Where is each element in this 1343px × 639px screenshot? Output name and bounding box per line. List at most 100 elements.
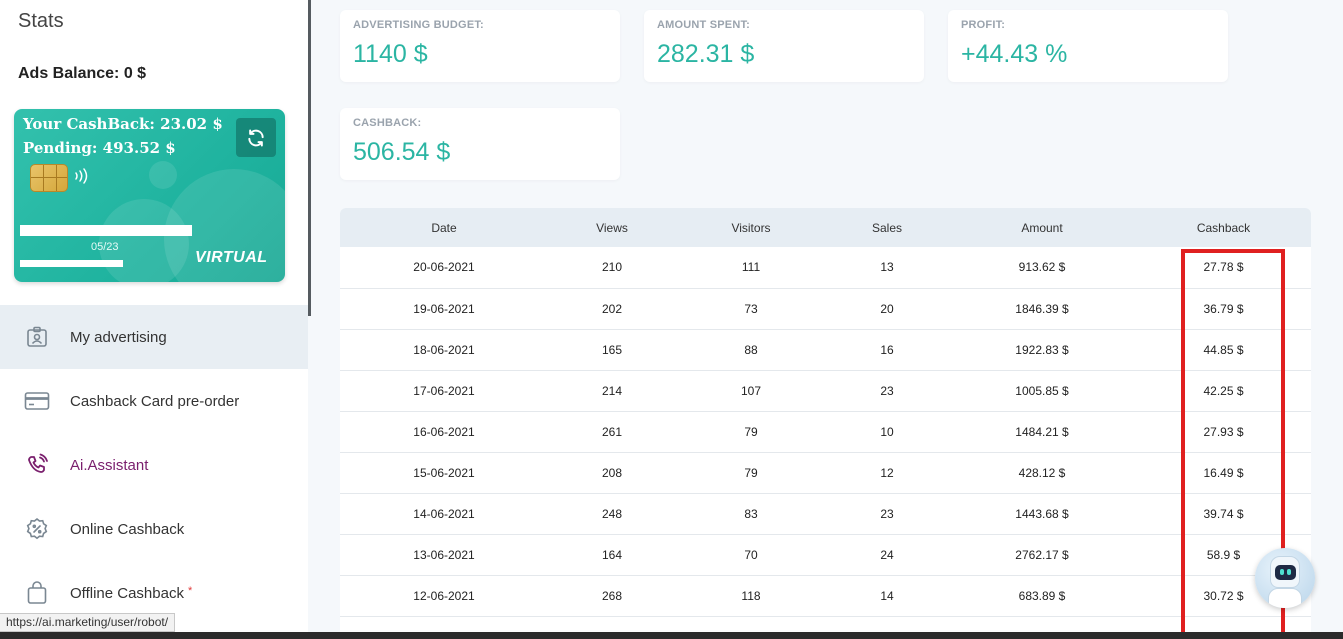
table-row: 19-06-2021 202 73 20 1846.39 $ 36.79 $	[340, 288, 1311, 330]
table-row: 14-06-2021 248 83 23 1443.68 $ 39.74 $	[340, 493, 1311, 535]
ads-balance: Ads Balance: 0 $	[18, 65, 147, 82]
status-bar-url: https://ai.marketing/user/robot/	[0, 613, 176, 632]
cell-sales: 23	[826, 493, 948, 535]
sidebar-item-label: Ai.Assistant	[70, 456, 149, 474]
cell-visitors: 88	[676, 329, 826, 371]
cell-date: 18-06-2021	[340, 329, 548, 371]
cell-views: 208	[548, 452, 676, 494]
credit-card-icon	[24, 388, 50, 414]
cell-amount: 1922.83 $	[948, 329, 1136, 371]
stat-value: +44.43 %	[961, 40, 1068, 68]
card-number-redacted	[20, 225, 192, 236]
cell-visitors: 107	[676, 370, 826, 412]
stat-label: AMOUNT SPENT:	[657, 19, 751, 31]
table-row: 20-06-2021 210 111 13 913.62 $ 27.78 $	[340, 247, 1311, 289]
stat-card-cashback: CASHBACK: 506.54 $	[340, 108, 620, 180]
card-holder-redacted	[20, 260, 123, 267]
cell-date: 19-06-2021	[340, 288, 548, 330]
stat-label: PROFIT:	[961, 19, 1006, 31]
column-header-date[interactable]: Date	[340, 208, 548, 247]
column-header-visitors[interactable]: Visitors	[676, 208, 826, 247]
cell-sales: 20	[826, 288, 948, 330]
new-indicator: *	[187, 584, 193, 597]
cell-date: 12-06-2021	[340, 575, 548, 617]
table-row: 18-06-2021 165 88 16 1922.83 $ 44.85 $	[340, 329, 1311, 371]
cell-sales: 10	[826, 411, 948, 453]
stat-card-advertising-budget: ADVERTISING BUDGET: 1140 $	[340, 10, 620, 82]
cell-views: 214	[548, 370, 676, 412]
cell-visitors: 79	[676, 411, 826, 453]
sidebar-item-label: Online Cashback	[70, 520, 185, 538]
cell-views: 164	[548, 534, 676, 576]
sidebar-item-label: Cashback Card pre-order	[70, 392, 240, 410]
os-taskbar	[0, 632, 1343, 639]
table-row: 13-06-2021 164 70 24 2762.17 $ 58.9 $	[340, 534, 1311, 576]
cell-visitors: 83	[676, 493, 826, 535]
cell-visitors: 73	[676, 288, 826, 330]
cashback-card: Your CashBack: 23.02 $ Pending: 493.52 $…	[14, 109, 285, 282]
sidebar-item-label: My advertising	[70, 328, 167, 346]
contactless-icon	[73, 167, 89, 188]
robot-avatar-icon	[1270, 556, 1300, 588]
stat-value: 506.54 $	[353, 138, 451, 166]
robot-face	[1275, 565, 1296, 580]
ai-assistant-robot-button[interactable]	[1255, 548, 1315, 608]
card-pending-amount: Pending: 493.52 $	[23, 139, 176, 157]
cell-sales: 14	[826, 575, 948, 617]
table-row: 16-06-2021 261 79 10 1484.21 $ 27.93 $	[340, 411, 1311, 453]
table-row: 15-06-2021 208 79 12 428.12 $ 16.49 $	[340, 452, 1311, 494]
stats-table: Date Views Visitors Sales Amount Cashbac…	[340, 208, 1311, 639]
cell-amount: 683.89 $	[948, 575, 1136, 617]
card-chip-icon	[30, 164, 68, 192]
cell-amount: 1443.68 $	[948, 493, 1136, 535]
cell-date: 13-06-2021	[340, 534, 548, 576]
robot-eye	[1280, 569, 1284, 575]
cell-amount: 2762.17 $	[948, 534, 1136, 576]
cell-sales: 23	[826, 370, 948, 412]
stat-value: 1140 $	[353, 40, 428, 68]
column-header-cashback[interactable]: Cashback	[1136, 208, 1311, 247]
cell-date: 15-06-2021	[340, 452, 548, 494]
stat-card-amount-spent: AMOUNT SPENT: 282.31 $	[644, 10, 924, 82]
cell-date: 20-06-2021	[340, 247, 548, 289]
cell-amount: 428.12 $	[948, 452, 1136, 494]
card-type-label: VIRTUAL	[195, 249, 268, 266]
cell-sales: 13	[826, 247, 948, 289]
sidebar-title: Stats	[18, 10, 64, 32]
sidebar-item-ai-assistant[interactable]: Ai.Assistant	[0, 433, 308, 497]
phone-ring-icon	[24, 452, 50, 478]
cell-amount: 913.62 $	[948, 247, 1136, 289]
cell-date: 17-06-2021	[340, 370, 548, 412]
card-expiry: 05/23	[91, 241, 119, 253]
table-row: 12-06-2021 268 118 14 683.89 $ 30.72 $	[340, 575, 1311, 617]
sidebar-item-label: Offline Cashback *	[70, 584, 193, 602]
robot-eye	[1287, 569, 1291, 575]
cell-views: 268	[548, 575, 676, 617]
sidebar-scrollbar[interactable]	[308, 0, 311, 316]
sidebar-item-cashback-card-preorder[interactable]: Cashback Card pre-order	[0, 369, 308, 433]
refresh-icon	[248, 129, 264, 146]
column-header-amount[interactable]: Amount	[948, 208, 1136, 247]
cell-visitors: 79	[676, 452, 826, 494]
table-row: 17-06-2021 214 107 23 1005.85 $ 42.25 $	[340, 370, 1311, 412]
sidebar-item-my-advertising[interactable]: My advertising	[0, 305, 308, 369]
cell-visitors: 118	[676, 575, 826, 617]
sidebar: Stats Ads Balance: 0 $ Your CashBack: 23…	[0, 0, 308, 639]
cell-views: 248	[548, 493, 676, 535]
column-header-sales[interactable]: Sales	[826, 208, 948, 247]
refresh-button[interactable]	[236, 118, 276, 157]
sidebar-item-online-cashback[interactable]: Online Cashback	[0, 497, 308, 561]
percent-badge-icon	[24, 516, 50, 542]
card-decoration	[149, 161, 177, 189]
column-header-views[interactable]: Views	[548, 208, 676, 247]
robot-body	[1268, 588, 1302, 608]
cell-visitors: 111	[676, 247, 826, 289]
cell-views: 165	[548, 329, 676, 371]
shopping-bag-icon	[24, 580, 50, 606]
cell-views: 202	[548, 288, 676, 330]
cell-date: 14-06-2021	[340, 493, 548, 535]
id-badge-icon	[24, 324, 50, 350]
cell-visitors: 70	[676, 534, 826, 576]
stat-value: 282.31 $	[657, 40, 755, 68]
cell-views: 261	[548, 411, 676, 453]
